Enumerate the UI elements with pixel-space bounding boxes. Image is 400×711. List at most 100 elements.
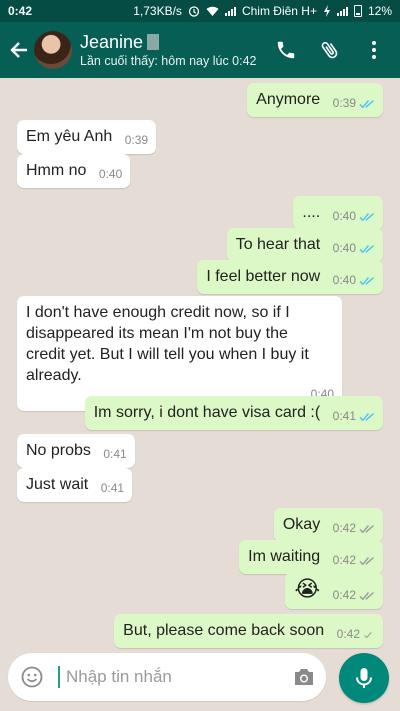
- voice-message-button[interactable]: [339, 653, 389, 703]
- message-incoming[interactable]: No probs 0:41: [17, 434, 135, 468]
- message-time: 0:42: [332, 588, 356, 602]
- message-time: 0:42: [336, 627, 360, 641]
- more-vert-icon: [364, 41, 384, 59]
- message-outgoing[interactable]: Okay 0:42: [273, 508, 383, 542]
- message-meta: 0:42: [333, 585, 375, 606]
- carrier-name: Chim Điên H+: [241, 4, 317, 18]
- alarm-icon: [188, 6, 200, 17]
- message-incoming[interactable]: Hmm no 0:40: [17, 154, 131, 188]
- message-meta: 0:42: [333, 518, 375, 539]
- message-outgoing[interactable]: Anymore 0:39: [247, 83, 383, 117]
- double-check-read-icon: [359, 244, 374, 253]
- name-redaction: [147, 34, 160, 50]
- chat-header: Jeanine Lần cuối thấy: hôm nay lúc 0:42: [0, 22, 400, 78]
- message-text: ....: [302, 204, 321, 221]
- double-check-delivered-icon: [359, 556, 374, 565]
- message-outgoing[interactable]: I feel better now 0:40: [197, 260, 383, 294]
- phone-icon: [277, 41, 295, 59]
- status-right: 1,73KB/s Chim Điên H+ 12%: [133, 4, 392, 18]
- double-check-read-icon: [359, 212, 374, 221]
- single-check-sent-icon: [364, 631, 372, 638]
- message-list[interactable]: Anymore 0:39 Em yêu Anh 0:39 Hmm no 0:40…: [0, 78, 400, 648]
- message-outgoing[interactable]: But, please come back soon 0:42: [114, 614, 383, 648]
- message-outgoing[interactable]: To hear that 0:40: [226, 228, 383, 262]
- message-text: Im sorry, i dont have visa card :(: [93, 404, 321, 421]
- message-time: 0:40: [98, 167, 123, 181]
- more-options-button[interactable]: [352, 26, 396, 74]
- message-composer: Nhập tin nhắn: [8, 653, 326, 701]
- message-text: Im waiting: [248, 548, 321, 565]
- message-outgoing[interactable]: .... 0:40: [293, 196, 383, 230]
- double-check-delivered-icon: [359, 591, 374, 600]
- double-check-delivered-icon: [359, 524, 374, 533]
- signal-icon-2: [336, 6, 348, 16]
- message-text: No probs: [26, 442, 91, 459]
- message-text: But, please come back soon: [123, 622, 325, 639]
- message-outgoing[interactable]: Im sorry, i dont have visa card :( 0:41: [84, 396, 383, 430]
- message-text: I don't have enough credit now, so if I …: [26, 304, 309, 384]
- message-text: Okay: [282, 516, 321, 533]
- wifi-icon: [206, 6, 219, 16]
- status-bar: 0:42 1,73KB/s Chim Điên H+ 12%: [0, 0, 400, 22]
- message-time: 0:40: [332, 209, 356, 223]
- contact-info[interactable]: Jeanine Lần cuối thấy: hôm nay lúc 0:42: [80, 31, 264, 69]
- message-text: I feel better now: [206, 268, 321, 285]
- message-time: 0:39: [124, 133, 149, 147]
- message-meta: 0:40: [333, 270, 375, 291]
- status-time: 0:42: [8, 4, 33, 18]
- crying-emoji: 😭: [294, 576, 321, 601]
- message-incoming[interactable]: Just wait 0:41: [17, 468, 133, 502]
- battery-icon: [353, 5, 362, 17]
- message-outgoing[interactable]: 😭 0:42: [285, 572, 383, 609]
- paperclip-icon: [321, 41, 338, 59]
- camera-icon: [295, 669, 313, 685]
- contact-name: Jeanine: [80, 32, 144, 52]
- battery-level: 12%: [367, 4, 392, 18]
- message-time: 0:41: [103, 447, 127, 461]
- message-outgoing[interactable]: Im waiting 0:42: [239, 540, 383, 574]
- network-speed: 1,73KB/s: [133, 4, 182, 18]
- charging-icon: [323, 5, 330, 17]
- last-seen: Lần cuối thấy: hôm nay lúc 0:42: [80, 54, 257, 68]
- double-check-read-icon: [359, 276, 374, 285]
- message-time: 0:42: [332, 521, 356, 535]
- message-time: 0:41: [332, 409, 356, 423]
- camera-button[interactable]: [282, 653, 326, 701]
- double-check-read-icon: [359, 412, 374, 421]
- message-meta: 0:39: [125, 130, 148, 151]
- message-meta: 0:41: [333, 406, 375, 427]
- avatar[interactable]: [34, 31, 72, 69]
- attach-button[interactable]: [308, 26, 352, 74]
- contact-name-row: Jeanine: [80, 31, 264, 53]
- emoji-button[interactable]: [8, 653, 56, 701]
- message-meta: 0:40: [333, 238, 375, 259]
- message-meta: 0:42: [333, 550, 375, 571]
- message-incoming[interactable]: I don't have enough credit now, so if I …: [17, 296, 342, 411]
- message-meta: 0:39: [333, 93, 375, 114]
- arrow-back-icon: [10, 42, 27, 58]
- header-actions: [264, 26, 396, 74]
- message-text: Em yêu Anh: [26, 128, 113, 145]
- message-incoming[interactable]: Em yêu Anh 0:39: [17, 120, 157, 154]
- message-meta: 0:41: [101, 478, 124, 499]
- call-button[interactable]: [264, 26, 308, 74]
- mic-icon: [356, 668, 372, 688]
- double-check-read-icon: [359, 99, 374, 108]
- message-meta: 0:40: [333, 206, 375, 227]
- message-time: 0:41: [100, 481, 125, 495]
- message-meta: 0:42: [337, 624, 375, 645]
- message-text: To hear that: [235, 236, 321, 253]
- signal-icon: [224, 6, 236, 16]
- message-time: 0:39: [332, 96, 356, 110]
- message-meta: 0:41: [103, 444, 126, 465]
- emoji-icon: [21, 666, 43, 688]
- back-button[interactable]: [0, 22, 32, 78]
- message-time: 0:42: [332, 553, 356, 567]
- message-time: 0:40: [332, 241, 356, 255]
- message-text: Just wait: [26, 476, 89, 493]
- message-text: Anymore: [256, 91, 321, 108]
- message-text: Hmm no: [26, 162, 87, 179]
- message-meta: 0:40: [99, 164, 122, 185]
- message-time: 0:40: [332, 273, 356, 287]
- message-input[interactable]: Nhập tin nhắn: [60, 667, 282, 687]
